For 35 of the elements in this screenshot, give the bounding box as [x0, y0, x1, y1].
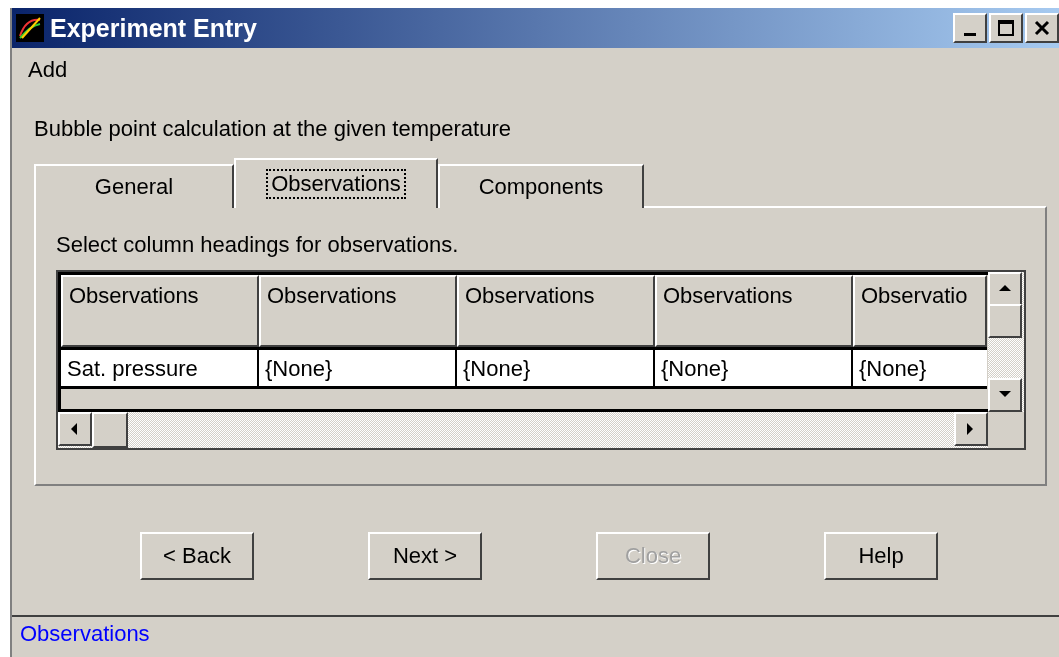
tab[interactable]: Observations [234, 158, 438, 208]
minimize-button[interactable] [953, 13, 987, 43]
scroll-left-button[interactable] [58, 412, 92, 446]
column-header[interactable]: Observations [61, 275, 259, 347]
minimize-icon [964, 32, 976, 36]
table-cell[interactable]: {None} [457, 347, 655, 389]
dialog-button[interactable]: Help [824, 532, 938, 580]
table-cell[interactable]: Sat. pressure [61, 347, 259, 389]
column-header[interactable]: Observations [259, 275, 457, 347]
menu-item[interactable]: Add [26, 57, 70, 83]
scroll-right-button[interactable] [954, 412, 988, 446]
scroll-thumb[interactable] [92, 412, 128, 448]
window-title: Experiment Entry [50, 13, 258, 43]
scroll-thumb[interactable] [988, 304, 1022, 338]
tab[interactable]: Components [438, 164, 644, 208]
dialog-button[interactable]: Next > [368, 532, 482, 580]
scroll-down-button[interactable] [988, 378, 1022, 412]
instruction-text: Select column headings for observations. [56, 232, 460, 258]
close-button[interactable] [1025, 13, 1059, 43]
maximize-icon [998, 20, 1014, 36]
horizontal-scrollbar[interactable] [58, 412, 988, 448]
column-header[interactable]: Observations [655, 275, 853, 347]
column-header[interactable]: Observatio [853, 275, 987, 347]
maximize-button[interactable] [989, 13, 1023, 43]
vertical-scrollbar[interactable] [988, 272, 1024, 412]
dialog-button[interactable]: < Back [140, 532, 254, 580]
table-cell[interactable]: {None} [655, 347, 853, 389]
description-text: Bubble point calculation at the given temperature [34, 116, 512, 142]
tab[interactable]: General [34, 164, 234, 208]
table-cell[interactable]: {None} [853, 347, 987, 389]
app-icon [16, 14, 44, 42]
scroll-up-button[interactable] [988, 272, 1022, 306]
column-header[interactable]: Observations [457, 275, 655, 347]
table-cell[interactable]: {None} [259, 347, 457, 389]
close-icon [1034, 20, 1050, 36]
